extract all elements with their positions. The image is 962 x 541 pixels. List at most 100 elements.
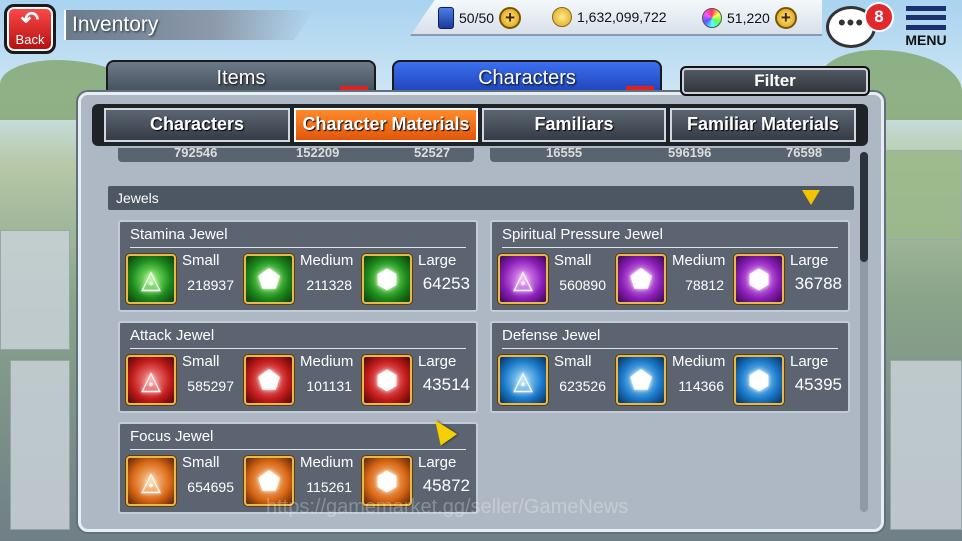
jewel-size: Large: [790, 353, 829, 370]
jewel-gem-icon: ⬟: [244, 254, 294, 304]
subtab-familiars[interactable]: Familiars: [482, 108, 666, 142]
divider: [130, 247, 466, 248]
item-count: 16555: [546, 148, 583, 160]
page-title: Inventory: [72, 13, 159, 36]
jewel-count: 36788: [794, 274, 842, 293]
jewel-item[interactable]: ⬟ Medium 211328: [240, 252, 356, 308]
resource-bar: 50/50 + 1,632,099,722 51,220 +: [410, 0, 822, 36]
page-title-bar: Inventory: [64, 10, 314, 40]
jewel-count: 43514: [422, 375, 470, 394]
jewel-gem-icon: ⬢: [734, 254, 784, 304]
divider: [130, 449, 466, 450]
notification-badge: 8: [864, 2, 894, 32]
jewel-count: 101131: [306, 378, 352, 394]
jewel-item[interactable]: ◬ Small 654695: [122, 454, 238, 510]
gem-glyph: ◬: [513, 264, 533, 294]
jewel-size: Small: [554, 353, 592, 370]
jewel-item[interactable]: ◬ Small 585297: [122, 353, 238, 409]
subtab-bar: Characters Character Materials Familiars…: [92, 104, 868, 146]
gem-glyph: ◬: [141, 365, 161, 395]
add-stamina-button[interactable]: +: [499, 7, 522, 29]
jewel-count: 218937: [187, 277, 234, 293]
jewel-card: Stamina Jewel ◬ Small 218937 ⬟ Medium 21…: [118, 220, 478, 312]
back-label: Back: [15, 32, 45, 47]
jewel-item[interactable]: ⬢ Large 36788: [730, 252, 846, 308]
jewel-gem-icon: ⬢: [362, 254, 412, 304]
tab-items-label: Items: [216, 67, 266, 89]
jewel-count: 585297: [187, 378, 234, 394]
jewel-name: Focus Jewel: [130, 428, 214, 445]
collapse-triangle-icon: [802, 190, 820, 205]
gold-value: 1,632,099,722: [577, 9, 667, 25]
jewel-gem-icon: ⬢: [734, 355, 784, 405]
jewel-item[interactable]: ◬ Small 623526: [494, 353, 610, 409]
jewel-card: Defense Jewel ◬ Small 623526 ⬟ Medium 11…: [490, 321, 850, 413]
gem-glyph: ◬: [513, 365, 533, 395]
jewel-count: 211328: [306, 277, 352, 293]
scrollbar-thumb[interactable]: [860, 152, 868, 262]
jewel-size: Large: [418, 353, 457, 370]
jewel-item[interactable]: ⬟ Medium 101131: [240, 353, 356, 409]
jewel-gem-icon: ◬: [126, 456, 176, 506]
jewel-item[interactable]: ◬ Small 218937: [122, 252, 238, 308]
jewel-count: 115261: [306, 479, 352, 495]
jewel-name: Attack Jewel: [130, 327, 215, 344]
jewel-count: 654695: [187, 479, 234, 495]
subtab-character-materials[interactable]: Character Materials: [294, 108, 478, 142]
hamburger-icon: [906, 6, 946, 30]
item-count: 152209: [296, 148, 340, 160]
background-building: [10, 360, 70, 530]
back-button[interactable]: ↶ Back: [4, 4, 56, 54]
jewel-item[interactable]: ⬢ Large 45395: [730, 353, 846, 409]
menu-button[interactable]: MENU: [900, 4, 952, 54]
menu-label: MENU: [905, 32, 947, 48]
divider: [130, 348, 466, 349]
coin-icon: [552, 7, 572, 27]
gem-glyph: ⬟: [257, 365, 281, 395]
jewel-count: 45872: [422, 476, 470, 495]
orb-display: 51,220 +: [702, 7, 797, 29]
jewel-item[interactable]: ⬟ Medium 114366: [612, 353, 728, 409]
jewel-item[interactable]: ⬢ Large 64253: [358, 252, 474, 308]
jewel-item[interactable]: ◬ Small 560890: [494, 252, 610, 308]
jewel-gem-icon: ⬟: [244, 355, 294, 405]
jewel-count: 623526: [559, 378, 606, 394]
divider: [502, 348, 838, 349]
gem-glyph: ◬: [141, 264, 161, 294]
tab-characters-label: Characters: [478, 67, 576, 89]
stamina-value: 50/50: [459, 10, 495, 26]
background-building: [890, 360, 962, 530]
jewel-size: Large: [418, 252, 457, 269]
jewel-item[interactable]: ⬟ Medium 78812: [612, 252, 728, 308]
section-title: Jewels: [116, 190, 159, 206]
jewel-size: Small: [182, 353, 220, 370]
jewel-size: Medium: [672, 353, 726, 370]
gem-glyph: ⬢: [375, 264, 399, 294]
section-header-jewels[interactable]: Jewels: [108, 186, 854, 210]
jewel-name: Stamina Jewel: [130, 226, 228, 243]
jewel-count: 78812: [685, 277, 724, 293]
jewel-size: Large: [418, 454, 457, 471]
item-count: 52527: [414, 148, 451, 160]
gem-glyph: ⬢: [375, 365, 399, 395]
jewel-size: Medium: [300, 252, 354, 269]
add-orbs-button[interactable]: +: [774, 7, 797, 29]
jewel-gem-icon: ⬟: [616, 355, 666, 405]
subtab-characters[interactable]: Characters: [104, 108, 290, 142]
partial-card: 16555 596196 76598: [490, 148, 850, 162]
jewel-count: 560890: [559, 277, 606, 293]
materials-list[interactable]: 792546 152209 52527 16555 596196 76598 J…: [90, 148, 860, 522]
gem-glyph: ◬: [141, 466, 161, 496]
filter-button[interactable]: Filter: [680, 66, 870, 96]
jewel-size: Small: [182, 454, 220, 471]
orb-value: 51,220: [727, 10, 770, 26]
gem-glyph: ⬟: [257, 264, 281, 294]
gold-display: 1,632,099,722: [552, 7, 667, 27]
item-count: 596196: [668, 148, 712, 160]
gem-glyph: ⬢: [747, 365, 771, 395]
scrollbar[interactable]: [860, 152, 868, 512]
jewel-gem-icon: ◬: [498, 254, 548, 304]
jewel-item[interactable]: ⬢ Large 43514: [358, 353, 474, 409]
subtab-familiar-materials[interactable]: Familiar Materials: [670, 108, 856, 142]
background-park: [880, 150, 962, 240]
